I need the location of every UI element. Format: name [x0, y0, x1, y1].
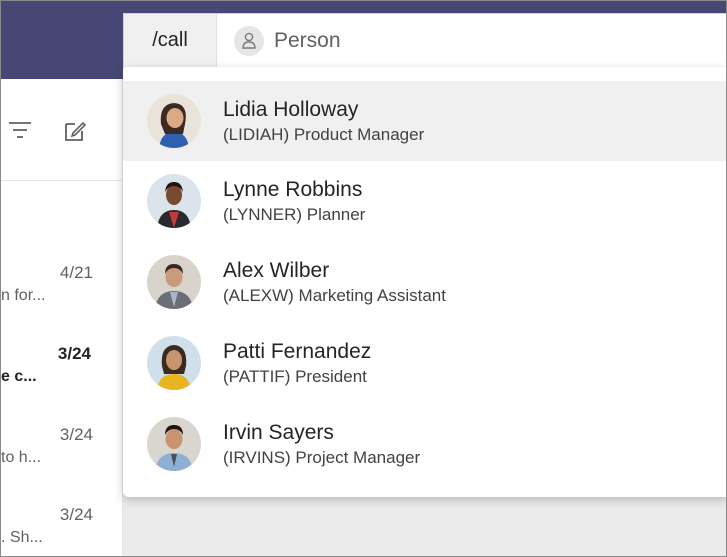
- chat-date: 3/24: [57, 344, 91, 363]
- filter-icon[interactable]: [7, 119, 33, 146]
- chat-preview: n for...: [1, 287, 46, 304]
- suggestion-detail: (IRVINS) Project Manager: [223, 448, 421, 467]
- person-placeholder: Person: [274, 28, 341, 52]
- avatar: [147, 255, 201, 309]
- chat-preview: e c...: [1, 368, 37, 385]
- suggestion-name: Alex Wilber: [223, 259, 330, 282]
- new-chat-icon[interactable]: [63, 119, 87, 148]
- suggestion-detail: (ALEXW) Marketing Assistant: [223, 286, 446, 305]
- chat-date: 4/21: [59, 263, 93, 282]
- command-search-box[interactable]: /call Person: [123, 13, 726, 67]
- suggestion-detail: (LYNNER) Planner: [223, 205, 366, 224]
- suggestion-lynne-robbins[interactable]: Lynne Robbins (LYNNER) Planner: [123, 161, 726, 241]
- chat-list-item[interactable]: 3/24 . Sh...: [1, 505, 121, 556]
- person-icon: [234, 25, 264, 56]
- avatar: [147, 174, 201, 228]
- chat-list-item[interactable]: 4/21 n for...: [1, 263, 121, 323]
- chat-date: 3/24: [59, 505, 93, 524]
- suggestion-detail: (PATTIF) President: [223, 367, 367, 386]
- suggestion-name: Lidia Holloway: [223, 98, 359, 121]
- suggestion-name: Lynne Robbins: [223, 178, 363, 201]
- suggestion-irvin-sayers[interactable]: Irvin Sayers (IRVINS) Project Manager: [123, 404, 726, 484]
- suggestion-alex-wilber[interactable]: Alex Wilber (ALEXW) Marketing Assistant: [123, 242, 726, 322]
- suggestion-name: Patti Fernandez: [223, 340, 372, 363]
- chat-date: 3/24: [59, 425, 93, 444]
- suggestion-lidia-holloway[interactable]: Lidia Holloway (LIDIAH) Product Manager: [123, 81, 726, 161]
- person-field[interactable]: Person: [234, 14, 341, 67]
- divider: [1, 180, 123, 181]
- suggestion-name: Irvin Sayers: [223, 421, 334, 444]
- chat-list-item[interactable]: 3/24 to h...: [1, 425, 121, 485]
- app-window: 4/21 n for... 3/24 e c... 3/24 to h... 3…: [0, 0, 727, 557]
- chat-preview: to h...: [1, 449, 42, 466]
- chat-list-item[interactable]: 3/24 e c...: [1, 344, 121, 404]
- avatar: [147, 417, 201, 471]
- person-suggestions-dropdown: Lidia Holloway (LIDIAH) Product Manager …: [123, 67, 726, 497]
- suggestion-patti-fernandez[interactable]: Patti Fernandez (PATTIF) President: [123, 323, 726, 403]
- chat-list-pane: 4/21 n for... 3/24 e c... 3/24 to h... 3…: [1, 79, 123, 556]
- avatar: [147, 336, 201, 390]
- chat-preview: . Sh...: [1, 529, 43, 546]
- avatar: [147, 94, 201, 148]
- command-chip[interactable]: /call: [124, 14, 217, 67]
- suggestion-detail: (LIDIAH) Product Manager: [223, 125, 425, 144]
